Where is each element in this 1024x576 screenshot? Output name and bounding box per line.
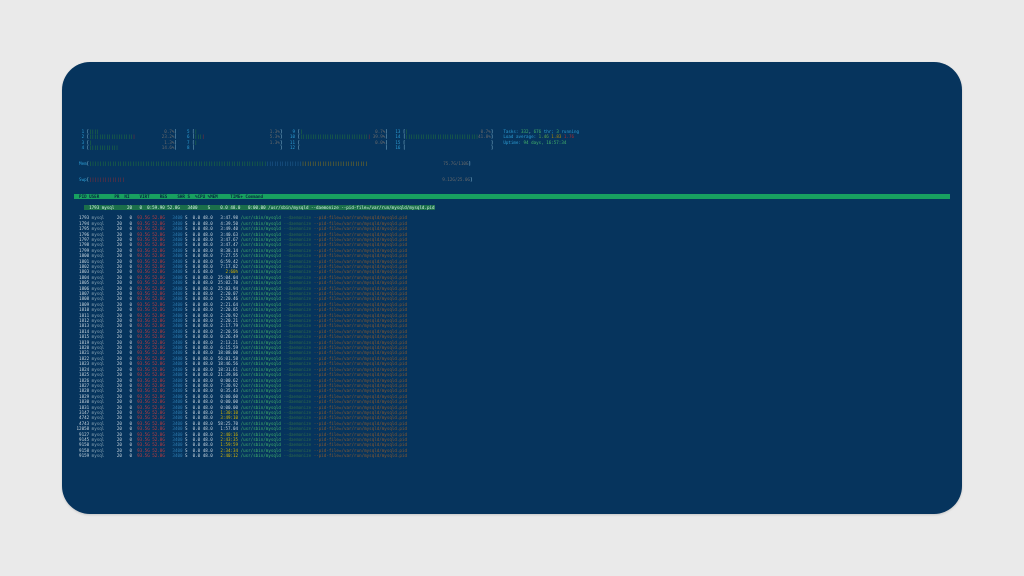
selected-row[interactable]: 1793 mysql 20 0 0:59.90 52.8G 3400 S 0.0… — [84, 205, 434, 210]
process-row[interactable]: 9159 mysql 20 0 93.5G 52.8G 3400 S 0.0 4… — [74, 453, 950, 458]
cpu-meters: 1 [|||| 0.7%] 5 [| 1.3%] 9 [| 0.7%] 13 [… — [74, 129, 950, 151]
terminal: 1 [|||| 0.7%] 5 [| 1.3%] 9 [| 0.7%] 13 [… — [62, 62, 962, 469]
process-list[interactable]: 1793 mysql 20 0 93.5G 52.8G 3400 S 0.0 4… — [74, 215, 950, 458]
column-header: PID USER PR NI VIRT RES SHR S %CPU %MEM … — [74, 194, 950, 199]
swap-meter: Swp[|||||||||||||| 9.12G/25.0G] — [74, 177, 950, 182]
mem-meter: Mem[||||||||||||||||||||||||||||||||||||… — [74, 161, 950, 166]
screenshot-card: 1 [|||| 0.7%] 5 [| 1.3%] 9 [| 0.7%] 13 [… — [62, 62, 962, 514]
